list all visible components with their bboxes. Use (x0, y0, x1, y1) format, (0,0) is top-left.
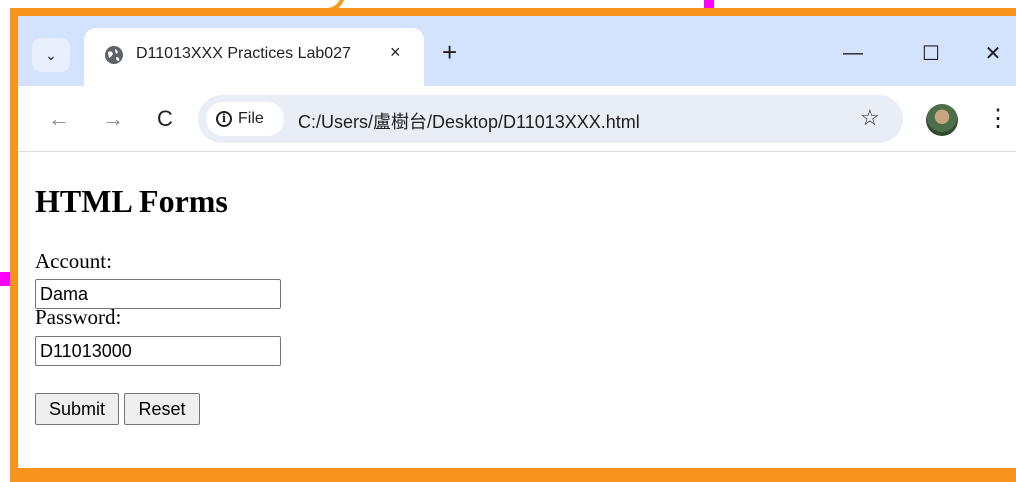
tab-search-button[interactable]: ⌄ (32, 38, 70, 72)
password-label: Password: (35, 305, 122, 329)
reload-button[interactable]: C (150, 104, 180, 134)
account-label: Account: (35, 249, 112, 273)
browser-window: ⌄ D11013XXX Practices Lab027 × + — ☐ ✕ ←… (10, 8, 1016, 482)
back-button[interactable]: ← (44, 104, 74, 134)
chevron-down-icon: ⌄ (45, 46, 57, 63)
url-text[interactable]: C:/Users/盧樹台/Desktop/D11013XXX.html (298, 108, 640, 134)
tab-title: D11013XXX Practices Lab027 (136, 45, 351, 62)
forward-button[interactable]: → (98, 104, 128, 134)
info-icon: i (216, 111, 232, 127)
site-info-chip[interactable]: i File (206, 102, 284, 136)
window-close-button[interactable]: ✕ (978, 38, 1008, 68)
globe-icon (105, 46, 123, 64)
frame-bottom-border (18, 468, 1016, 474)
password-input[interactable] (35, 336, 281, 366)
tab-active[interactable]: D11013XXX Practices Lab027 × (84, 28, 424, 86)
minimize-button[interactable]: — (838, 38, 868, 68)
close-icon[interactable]: × (390, 42, 401, 63)
tab-strip: ⌄ D11013XXX Practices Lab027 × + — ☐ ✕ (18, 16, 1016, 86)
site-chip-label: File (238, 110, 264, 127)
maximize-button[interactable]: ☐ (916, 38, 946, 68)
browser-toolbar: ← → C i File C:/Users/盧樹台/Desktop/D11013… (18, 86, 1016, 152)
page-title: HTML Forms (35, 183, 228, 219)
profile-avatar[interactable] (926, 104, 958, 136)
address-bar[interactable]: i File C:/Users/盧樹台/Desktop/D11013XXX.ht… (198, 95, 903, 143)
page-content: HTML Forms Account: Password: Submit Res… (18, 153, 1016, 474)
kebab-menu-icon[interactable]: ⋮ (986, 102, 1010, 136)
reset-button[interactable]: Reset (124, 393, 200, 425)
new-tab-button[interactable]: + (442, 38, 457, 66)
bookmark-star-icon[interactable]: ☆ (860, 105, 880, 131)
submit-button[interactable]: Submit (35, 393, 119, 425)
